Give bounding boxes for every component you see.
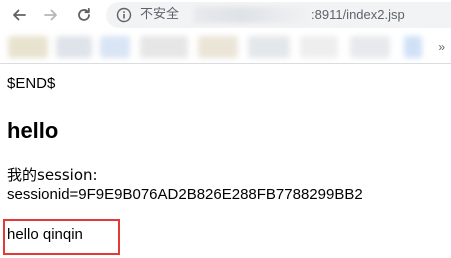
bookmark-item[interactable]	[350, 36, 390, 58]
page-heading: hello	[7, 118, 59, 143]
url-text[interactable]: :8911/index2.jsp	[311, 7, 405, 23]
bookmark-item[interactable]	[404, 36, 422, 58]
bookmark-item[interactable]	[248, 36, 290, 58]
end-marker-text: $END$	[7, 75, 56, 92]
info-icon[interactable]	[116, 7, 132, 23]
security-label: 不安全	[140, 7, 180, 22]
bookmarks-overflow-icon[interactable]: »	[438, 40, 445, 54]
session-id-text: sessionid=9F9E9B076AD2B826E288FB7788299B…	[7, 186, 363, 203]
address-bar[interactable]: 不安全 :8911/index2.jsp	[106, 2, 451, 28]
forward-arrow-icon	[44, 9, 57, 21]
back-arrow-icon	[13, 9, 26, 21]
bookmark-item[interactable]	[100, 36, 130, 58]
bookmark-item[interactable]	[198, 36, 238, 58]
bookmark-item[interactable]	[8, 36, 48, 58]
back-button[interactable]	[8, 4, 30, 26]
bookmark-item[interactable]	[300, 36, 338, 58]
browser-toolbar: 不安全 :8911/index2.jsp	[0, 0, 451, 30]
session-label: 我的session:	[7, 166, 98, 184]
bookmark-item[interactable]	[56, 36, 92, 58]
redacted-host	[194, 7, 314, 23]
forward-button[interactable]	[40, 4, 62, 26]
bookmark-item[interactable]	[140, 36, 188, 58]
reload-icon	[78, 7, 90, 21]
bookmarks-bar: »	[0, 30, 451, 64]
greeting-text: hello qinqin	[7, 226, 83, 243]
reload-button[interactable]	[73, 4, 95, 26]
